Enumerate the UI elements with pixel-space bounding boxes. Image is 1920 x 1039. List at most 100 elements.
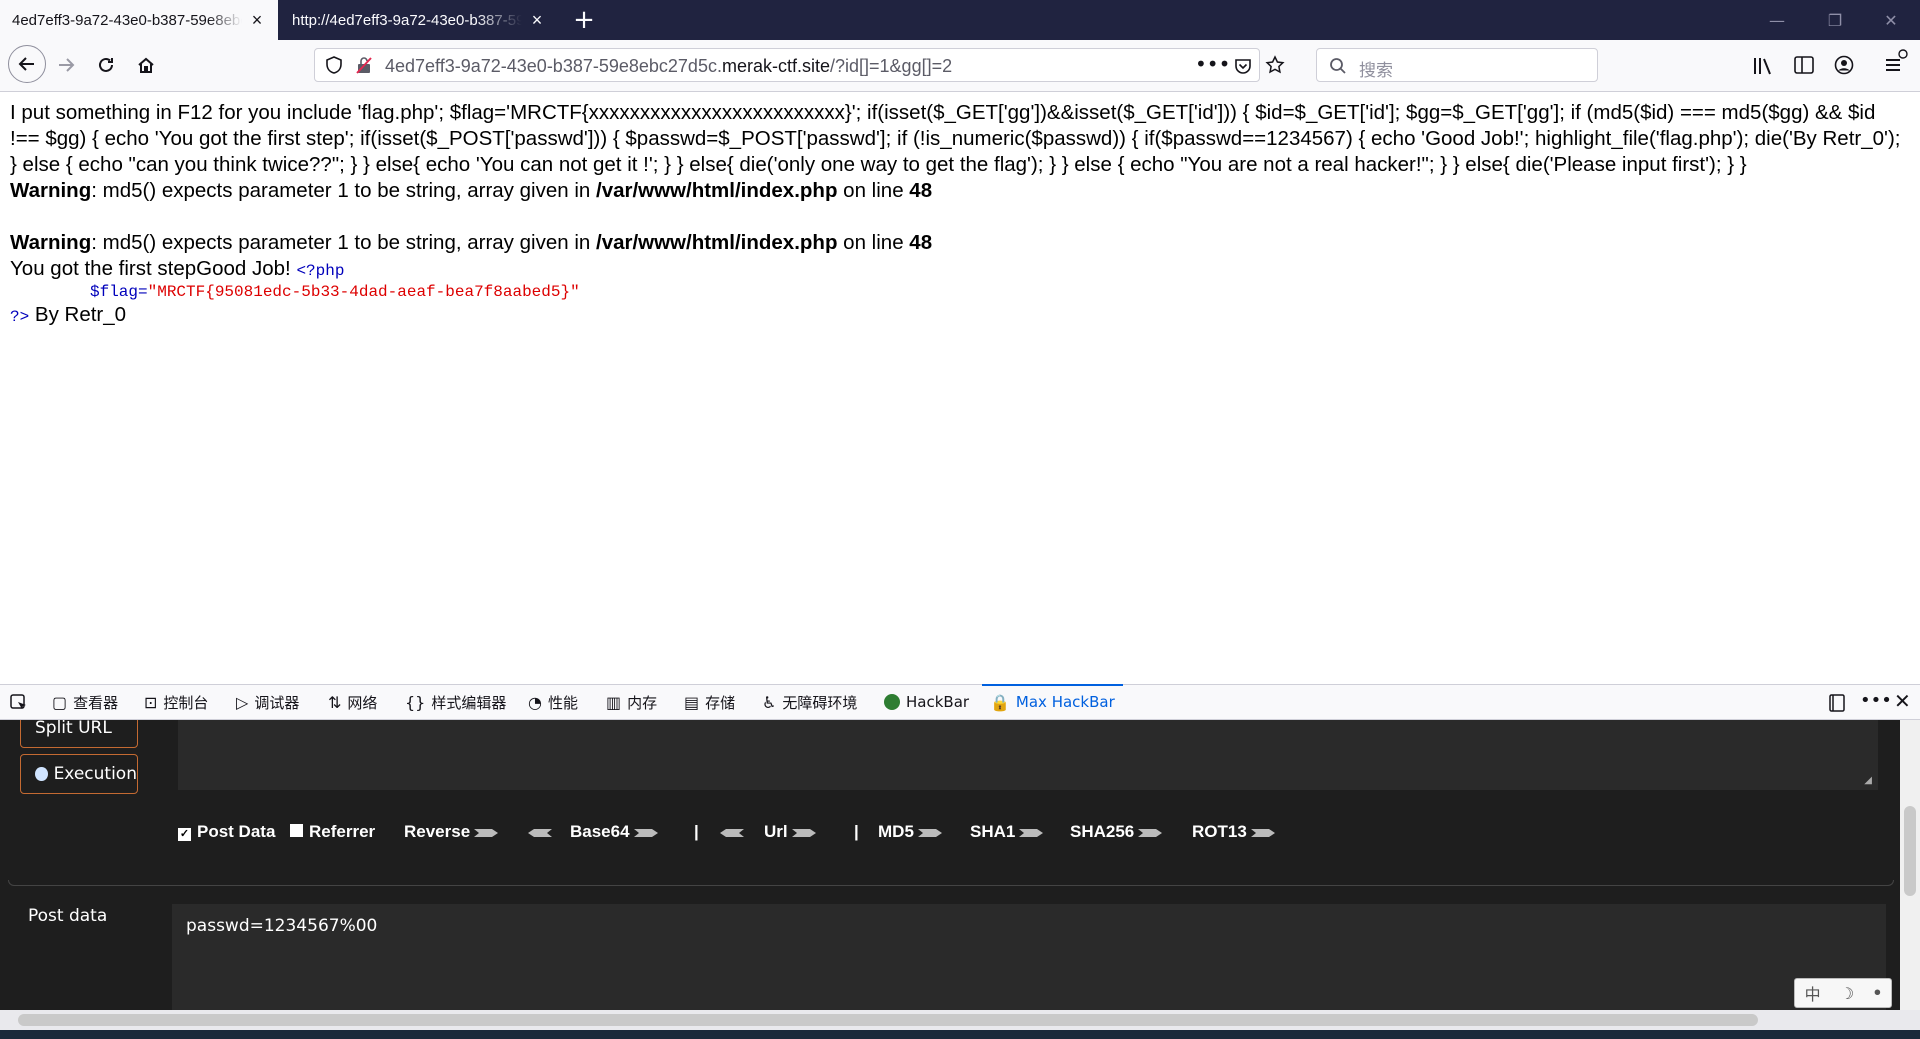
url-decode-arrow[interactable] [714, 822, 744, 842]
arrow-right-icon[interactable] [917, 827, 944, 839]
close-tab-icon[interactable]: × [248, 10, 266, 31]
insecure-lock-icon[interactable] [355, 56, 373, 74]
new-tab-button[interactable]: + [568, 0, 600, 40]
devtools-tab-performance[interactable]: ◔ 性能 [528, 685, 578, 719]
url-textarea[interactable]: ◢ [178, 720, 1878, 790]
style-editor-icon: {} [405, 692, 426, 712]
warning-message-1: Warning: md5() expects parameter 1 to be… [10, 178, 1910, 204]
post-data-label: Post Data [197, 822, 276, 841]
rot13-label: ROT13 [1192, 822, 1247, 841]
post-data-option[interactable]: ✓ Post Data [178, 822, 275, 842]
devtools-tab-debugger[interactable]: ▷ 调试器 [236, 685, 299, 719]
reload-button[interactable] [90, 49, 122, 81]
ime-toolbar[interactable]: 中 ☽ ꔷ [1794, 978, 1892, 1008]
vertical-scrollbar[interactable] [1900, 720, 1920, 1010]
devtools-tab-label: HackBar [906, 693, 970, 711]
arrow-right-icon[interactable] [1019, 827, 1045, 839]
arrow-right-icon[interactable] [633, 827, 660, 839]
post-data-value: passwd=1234567%00 [186, 916, 378, 936]
devtools-tab-accessibility[interactable]: ♿ 无障碍环境 [762, 685, 857, 719]
ime-language-icon[interactable]: 中 [1805, 981, 1821, 1005]
reverse-option[interactable]: Reverse [404, 822, 500, 842]
dock-toggle-icon[interactable] [1828, 694, 1846, 712]
devtools-options-icon[interactable]: ••• [1860, 690, 1892, 711]
arrow-left-icon[interactable] [526, 827, 552, 839]
rot13-option[interactable]: ROT13 [1192, 822, 1277, 842]
sha256-option[interactable]: SHA256 [1070, 822, 1164, 842]
referrer-option[interactable]: Referrer [290, 822, 375, 842]
hackbar-icon [884, 694, 900, 710]
md5-option[interactable]: MD5 [878, 822, 944, 842]
step-line: You got the first stepGood Job! <?php [10, 256, 1910, 282]
ime-mode-icon[interactable]: ☽ [1840, 984, 1854, 1003]
library-icon[interactable] [1752, 56, 1774, 76]
execution-button[interactable]: Execution [20, 754, 138, 794]
page-actions-icon[interactable]: ••• [1195, 52, 1230, 76]
network-icon: ⇅ [328, 692, 342, 712]
account-icon[interactable] [1834, 55, 1854, 75]
url-bar[interactable]: 4ed7eff3-9a72-43e0-b387-59e8ebc27d5c.mer… [314, 48, 1285, 82]
bookmark-star-icon[interactable] [1265, 55, 1285, 75]
performance-icon: ◔ [528, 692, 542, 712]
devtools-tab-console[interactable]: ⊡ 控制台 [144, 685, 208, 719]
close-window-button[interactable]: ✕ [1868, 0, 1914, 40]
forward-button[interactable] [50, 49, 82, 81]
devtools-tab-hackbar[interactable]: HackBar [884, 685, 969, 719]
url-text[interactable]: 4ed7eff3-9a72-43e0-b387-59e8ebc27d5c.mer… [385, 56, 952, 77]
devtools-close-icon[interactable]: ✕ [1894, 689, 1911, 713]
devtools-tab-storage[interactable]: ▤ 存储 [684, 685, 735, 719]
warning-on-text: on line [837, 231, 910, 254]
tab-inactive[interactable]: http://4ed7eff3-9a72-43e0-b387-59e8ebc27… [280, 0, 558, 40]
url-option[interactable]: Url [764, 822, 818, 842]
split-url-button[interactable]: Split URL [20, 720, 138, 748]
tab-title: http://4ed7eff3-9a72-43e0-b387-59e8ebc27… [292, 11, 522, 29]
referrer-checkbox[interactable] [290, 824, 303, 837]
warning-text: : md5() expects parameter 1 to be string… [91, 179, 596, 202]
back-button[interactable] [8, 45, 46, 83]
post-data-textarea[interactable]: passwd=1234567%00 [172, 904, 1886, 1010]
debugger-icon: ▷ [236, 692, 249, 712]
max-hackbar-icon: 🔒 [990, 692, 1010, 712]
base64-decode-arrow[interactable] [522, 822, 552, 842]
sidebar-icon[interactable] [1794, 56, 1814, 74]
close-tab-icon[interactable]: × [528, 10, 546, 31]
arrow-left-icon[interactable] [718, 827, 744, 839]
back-arrow-icon [18, 57, 34, 71]
base64-option[interactable]: Base64 [570, 822, 660, 842]
sha1-option[interactable]: SHA1 [970, 822, 1045, 842]
scrollbar-thumb[interactable] [1904, 806, 1916, 896]
accessibility-icon: ♿ [762, 692, 777, 712]
devtools-tab-network[interactable]: ⇅ 网络 [328, 685, 377, 719]
shield-icon[interactable] [325, 56, 343, 74]
arrow-right-icon[interactable] [1138, 827, 1164, 839]
base64-label: Base64 [570, 822, 630, 841]
post-data-checkbox[interactable]: ✓ [178, 828, 191, 841]
ime-punctuation-icon[interactable]: ꔷ [1874, 983, 1882, 1003]
devtools-tab-memory[interactable]: ▥ 内存 [606, 685, 657, 719]
warning-line: 48 [909, 231, 933, 254]
devtools-tab-label: 样式编辑器 [431, 693, 507, 712]
devtools-tab-inspector[interactable]: ▢ 查看器 [52, 685, 118, 719]
resize-handle-icon[interactable]: ◢ [1864, 775, 1872, 786]
minimize-button[interactable]: — [1754, 0, 1800, 40]
arrow-right-icon[interactable] [1250, 827, 1277, 839]
devtools-tab-label: 无障碍环境 [782, 693, 858, 712]
element-picker-icon[interactable] [10, 694, 28, 712]
arrow-right-icon[interactable] [474, 827, 500, 839]
tab-active[interactable]: 4ed7eff3-9a72-43e0-b387-59e8ebc27d5c × [0, 0, 278, 40]
flag-line: $flag="MRCTF{95081edc-5b33-4dad-aeaf-bea… [10, 282, 1910, 302]
reverse-label: Reverse [404, 822, 471, 841]
home-button[interactable] [130, 49, 162, 81]
search-bar[interactable]: 搜索 [1316, 48, 1598, 82]
devtools-tab-style-editor[interactable]: {} 样式编辑器 [405, 685, 506, 719]
page-content: I put something in F12 for you include '… [10, 100, 1910, 328]
horizontal-scrollbar[interactable] [0, 1010, 1920, 1030]
devtools-tab-max-hackbar[interactable]: 🔒 Max HackBar [982, 684, 1123, 719]
pocket-icon[interactable] [1233, 56, 1253, 76]
scrollbar-thumb[interactable] [18, 1014, 1758, 1026]
arrow-right-icon[interactable] [791, 827, 818, 839]
menu-icon[interactable] [1882, 48, 1910, 76]
restore-button[interactable]: ❐ [1812, 0, 1858, 40]
forward-arrow-icon [59, 58, 75, 72]
